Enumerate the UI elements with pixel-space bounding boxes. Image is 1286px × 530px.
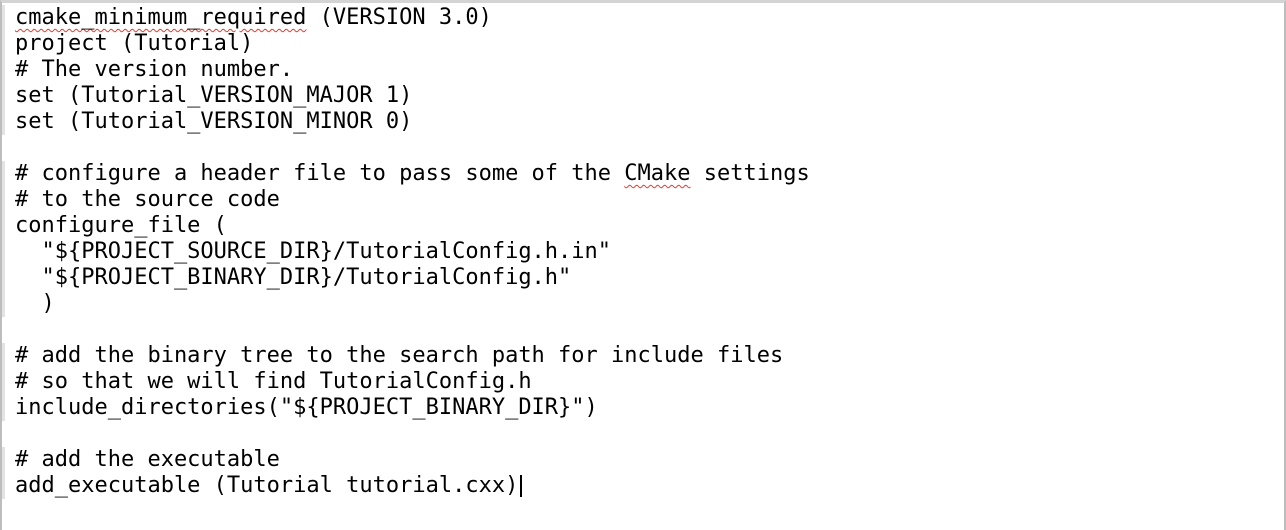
code-text: project (Tutorial)	[15, 31, 254, 56]
misspelled-word[interactable]: CMake	[624, 161, 690, 186]
code-line[interactable]: # configure a header file to pass some o…	[2, 161, 1274, 187]
code-text: "${PROJECT_SOURCE_DIR}/TutorialConfig.h.…	[15, 239, 612, 264]
code-line[interactable]: "${PROJECT_BINARY_DIR}/TutorialConfig.h"	[2, 265, 1274, 291]
code-line[interactable]: include_directories("${PROJECT_BINARY_DI…	[2, 395, 1274, 421]
text-editor[interactable]: cmake_minimum_required (VERSION 3.0) pro…	[0, 0, 1286, 530]
blank-line[interactable]	[15, 317, 1274, 343]
text-cursor	[520, 475, 523, 497]
code-text: # add the executable	[15, 447, 280, 472]
code-text: # add the binary tree to the search path…	[15, 343, 784, 368]
code-line[interactable]: # The version number.	[2, 57, 1274, 83]
code-line[interactable]: set (Tutorial_VERSION_MINOR 0)	[2, 109, 1274, 135]
code-line[interactable]: cmake_minimum_required (VERSION 3.0)	[2, 5, 1274, 31]
code-text: settings	[690, 161, 810, 186]
code-text: # to the source code	[15, 187, 280, 212]
code-line[interactable]: # add the binary tree to the search path…	[2, 343, 1274, 369]
code-text: set (Tutorial_VERSION_MAJOR 1)	[15, 83, 413, 108]
code-text: (VERSION 3.0)	[306, 5, 492, 30]
code-line[interactable]: add_executable (Tutorial tutorial.cxx)	[2, 473, 1274, 499]
misspelled-word[interactable]: cmake_minimum_required	[15, 5, 306, 30]
code-text: # so that we will find TutorialConfig.h	[15, 369, 532, 394]
code-line[interactable]: configure_file (	[2, 213, 1274, 239]
code-text: "${PROJECT_BINARY_DIR}/TutorialConfig.h"	[15, 265, 572, 290]
code-line[interactable]: set (Tutorial_VERSION_MAJOR 1)	[2, 83, 1274, 109]
code-line[interactable]: # add the executable	[2, 447, 1274, 473]
code-text: configure_file (	[15, 213, 227, 238]
code-line[interactable]: # to the source code	[2, 187, 1274, 213]
code-text: )	[15, 291, 55, 316]
code-line[interactable]: # so that we will find TutorialConfig.h	[2, 369, 1274, 395]
code-line[interactable]: )	[2, 291, 1274, 317]
code-text: # configure a header file to pass some o…	[15, 161, 625, 186]
code-text: add_executable (Tutorial tutorial.cxx)	[15, 473, 519, 498]
code-line[interactable]: "${PROJECT_SOURCE_DIR}/TutorialConfig.h.…	[2, 239, 1274, 265]
code-line[interactable]: project (Tutorial)	[2, 31, 1274, 57]
blank-line[interactable]	[15, 135, 1274, 161]
code-text: set (Tutorial_VERSION_MINOR 0)	[15, 109, 413, 134]
code-text: include_directories("${PROJECT_BINARY_DI…	[15, 395, 598, 420]
blank-line[interactable]	[15, 421, 1274, 447]
editor-text-area[interactable]: cmake_minimum_required (VERSION 3.0) pro…	[2, 5, 1274, 499]
code-text: # The version number.	[15, 57, 294, 82]
